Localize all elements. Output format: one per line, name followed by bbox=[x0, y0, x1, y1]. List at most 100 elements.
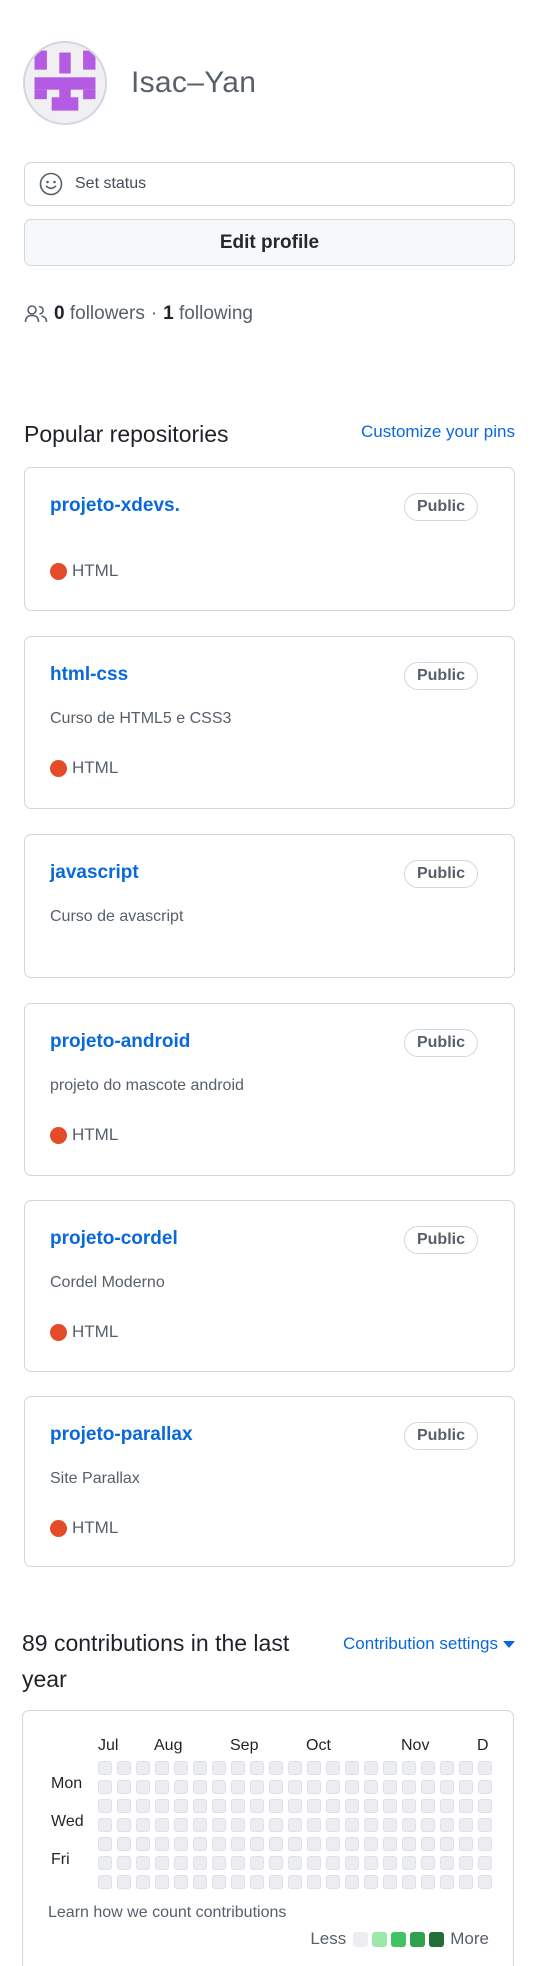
contribution-day-cell[interactable] bbox=[98, 1837, 112, 1851]
contribution-day-cell[interactable] bbox=[136, 1799, 150, 1813]
contribution-day-cell[interactable] bbox=[440, 1837, 454, 1851]
contribution-day-cell[interactable] bbox=[136, 1780, 150, 1794]
contribution-day-cell[interactable] bbox=[383, 1875, 397, 1889]
contribution-day-cell[interactable] bbox=[155, 1799, 169, 1813]
contribution-day-cell[interactable] bbox=[174, 1818, 188, 1832]
contribution-day-cell[interactable] bbox=[345, 1761, 359, 1775]
contribution-day-cell[interactable] bbox=[269, 1837, 283, 1851]
edit-profile-button[interactable]: Edit profile bbox=[24, 219, 515, 266]
contribution-day-cell[interactable] bbox=[402, 1799, 416, 1813]
contribution-day-cell[interactable] bbox=[440, 1780, 454, 1794]
contribution-day-cell[interactable] bbox=[193, 1799, 207, 1813]
contribution-day-cell[interactable] bbox=[478, 1761, 492, 1775]
contribution-day-cell[interactable] bbox=[231, 1875, 245, 1889]
contribution-day-cell[interactable] bbox=[155, 1837, 169, 1851]
repo-name-link[interactable]: projeto-xdevs. bbox=[50, 495, 180, 517]
contribution-day-cell[interactable] bbox=[155, 1856, 169, 1870]
contribution-day-cell[interactable] bbox=[364, 1856, 378, 1870]
contribution-day-cell[interactable] bbox=[288, 1856, 302, 1870]
contribution-day-cell[interactable] bbox=[383, 1780, 397, 1794]
contribution-day-cell[interactable] bbox=[307, 1856, 321, 1870]
contribution-day-cell[interactable] bbox=[345, 1799, 359, 1813]
contribution-day-cell[interactable] bbox=[307, 1799, 321, 1813]
contribution-day-cell[interactable] bbox=[117, 1799, 131, 1813]
contribution-day-cell[interactable] bbox=[326, 1761, 340, 1775]
contribution-day-cell[interactable] bbox=[136, 1761, 150, 1775]
contribution-day-cell[interactable] bbox=[117, 1761, 131, 1775]
repo-name-link[interactable]: projeto-android bbox=[50, 1031, 190, 1053]
contribution-day-cell[interactable] bbox=[440, 1761, 454, 1775]
contribution-day-cell[interactable] bbox=[402, 1780, 416, 1794]
contribution-day-cell[interactable] bbox=[269, 1856, 283, 1870]
contribution-day-cell[interactable] bbox=[155, 1761, 169, 1775]
contribution-day-cell[interactable] bbox=[288, 1780, 302, 1794]
contribution-day-cell[interactable] bbox=[117, 1875, 131, 1889]
contribution-day-cell[interactable] bbox=[231, 1761, 245, 1775]
contribution-day-cell[interactable] bbox=[383, 1818, 397, 1832]
contribution-day-cell[interactable] bbox=[269, 1799, 283, 1813]
contribution-day-cell[interactable] bbox=[326, 1837, 340, 1851]
contribution-day-cell[interactable] bbox=[212, 1837, 226, 1851]
contribution-day-cell[interactable] bbox=[250, 1799, 264, 1813]
contribution-day-cell[interactable] bbox=[326, 1799, 340, 1813]
contribution-day-cell[interactable] bbox=[269, 1818, 283, 1832]
contribution-day-cell[interactable] bbox=[98, 1818, 112, 1832]
contribution-day-cell[interactable] bbox=[307, 1875, 321, 1889]
contribution-day-cell[interactable] bbox=[307, 1837, 321, 1851]
contribution-day-cell[interactable] bbox=[326, 1856, 340, 1870]
contribution-day-cell[interactable] bbox=[136, 1856, 150, 1870]
contribution-day-cell[interactable] bbox=[345, 1818, 359, 1832]
contribution-day-cell[interactable] bbox=[478, 1875, 492, 1889]
contribution-day-cell[interactable] bbox=[421, 1780, 435, 1794]
contribution-day-cell[interactable] bbox=[117, 1837, 131, 1851]
contribution-day-cell[interactable] bbox=[212, 1856, 226, 1870]
contribution-day-cell[interactable] bbox=[136, 1818, 150, 1832]
contribution-day-cell[interactable] bbox=[307, 1818, 321, 1832]
contribution-day-cell[interactable] bbox=[402, 1761, 416, 1775]
contribution-day-cell[interactable] bbox=[402, 1837, 416, 1851]
contribution-day-cell[interactable] bbox=[288, 1818, 302, 1832]
contribution-day-cell[interactable] bbox=[117, 1856, 131, 1870]
contribution-day-cell[interactable] bbox=[364, 1799, 378, 1813]
repo-name-link[interactable]: javascript bbox=[50, 862, 139, 884]
contribution-day-cell[interactable] bbox=[250, 1818, 264, 1832]
contribution-day-cell[interactable] bbox=[212, 1875, 226, 1889]
contribution-day-cell[interactable] bbox=[193, 1818, 207, 1832]
contribution-day-cell[interactable] bbox=[307, 1780, 321, 1794]
contribution-day-cell[interactable] bbox=[117, 1818, 131, 1832]
contribution-day-cell[interactable] bbox=[98, 1799, 112, 1813]
contribution-day-cell[interactable] bbox=[383, 1761, 397, 1775]
contribution-day-cell[interactable] bbox=[193, 1761, 207, 1775]
contribution-day-cell[interactable] bbox=[326, 1875, 340, 1889]
contribution-day-cell[interactable] bbox=[421, 1818, 435, 1832]
contribution-day-cell[interactable] bbox=[155, 1818, 169, 1832]
contribution-day-cell[interactable] bbox=[459, 1856, 473, 1870]
contribution-day-cell[interactable] bbox=[478, 1799, 492, 1813]
contribution-day-cell[interactable] bbox=[250, 1837, 264, 1851]
repo-name-link[interactable]: html-css bbox=[50, 664, 128, 686]
contribution-day-cell[interactable] bbox=[478, 1818, 492, 1832]
contribution-day-cell[interactable] bbox=[174, 1761, 188, 1775]
contribution-day-cell[interactable] bbox=[364, 1818, 378, 1832]
contribution-day-cell[interactable] bbox=[250, 1761, 264, 1775]
contribution-day-cell[interactable] bbox=[231, 1818, 245, 1832]
contribution-day-cell[interactable] bbox=[421, 1761, 435, 1775]
contribution-day-cell[interactable] bbox=[250, 1780, 264, 1794]
contribution-day-cell[interactable] bbox=[174, 1837, 188, 1851]
contribution-day-cell[interactable] bbox=[193, 1875, 207, 1889]
contribution-day-cell[interactable] bbox=[478, 1837, 492, 1851]
contribution-day-cell[interactable] bbox=[459, 1875, 473, 1889]
contribution-day-cell[interactable] bbox=[174, 1856, 188, 1870]
contribution-day-cell[interactable] bbox=[326, 1780, 340, 1794]
contribution-day-cell[interactable] bbox=[440, 1856, 454, 1870]
contribution-day-cell[interactable] bbox=[440, 1818, 454, 1832]
contribution-day-cell[interactable] bbox=[459, 1799, 473, 1813]
contribution-day-cell[interactable] bbox=[193, 1780, 207, 1794]
contribution-day-cell[interactable] bbox=[345, 1837, 359, 1851]
learn-contributions-link[interactable]: Learn how we count contributions bbox=[48, 1904, 286, 1922]
contribution-day-cell[interactable] bbox=[98, 1761, 112, 1775]
contribution-day-cell[interactable] bbox=[231, 1837, 245, 1851]
contribution-day-cell[interactable] bbox=[212, 1818, 226, 1832]
contribution-day-cell[interactable] bbox=[288, 1799, 302, 1813]
contribution-day-cell[interactable] bbox=[174, 1875, 188, 1889]
